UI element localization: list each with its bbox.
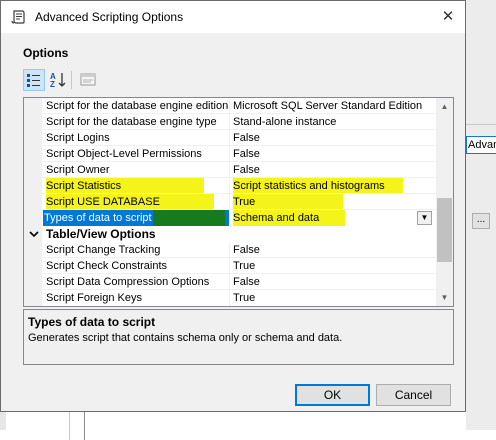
- categorized-icon[interactable]: [23, 69, 45, 91]
- property-name: Script Foreign Keys: [46, 292, 142, 304]
- property-name: Script Object-Level Permissions: [46, 148, 202, 160]
- grid-row[interactable]: Script Logins False: [24, 130, 436, 146]
- property-name: Script Statistics: [44, 178, 204, 194]
- column-divider: [229, 114, 230, 130]
- alphabetical-icon[interactable]: A Z: [47, 69, 69, 91]
- column-divider: [229, 178, 230, 194]
- property-value[interactable]: True: [232, 194, 436, 210]
- category-name: Table/View Options: [46, 227, 156, 241]
- dropdown-chevron-icon[interactable]: ▼: [417, 211, 432, 225]
- window-title: Advanced Scripting Options: [35, 10, 184, 24]
- highlighted-value: Schema and data: [233, 210, 345, 226]
- grid-row[interactable]: Script for the database engine edition M…: [24, 98, 436, 114]
- property-grid[interactable]: Script for the database engine edition M…: [23, 97, 454, 307]
- highlighted-value: True: [233, 194, 343, 210]
- description-title: Types of data to script: [28, 315, 156, 329]
- property-name: Script USE DATABASE: [44, 194, 214, 210]
- close-button[interactable]: ✕: [431, 1, 465, 33]
- property-value[interactable]: True: [232, 290, 436, 306]
- property-name: Script Check Constraints: [46, 260, 168, 272]
- background-divider: [466, 124, 496, 125]
- column-divider: [229, 210, 230, 226]
- property-value[interactable]: Schema and data: [232, 210, 436, 226]
- toolbar-separator: [71, 71, 72, 89]
- advanced-scripting-options-dialog: Advanced Scripting Options ✕ Options A Z: [0, 0, 466, 412]
- property-name: Script Logins: [46, 132, 110, 144]
- options-heading: Options: [23, 46, 69, 60]
- property-value[interactable]: False: [232, 130, 436, 146]
- grid-row[interactable]: Script Foreign Keys True: [24, 290, 436, 306]
- grid-row[interactable]: Script Check Constraints True: [24, 258, 436, 274]
- column-divider: [229, 258, 230, 274]
- scrollbar-thumb[interactable]: [437, 198, 452, 262]
- ok-button[interactable]: OK: [295, 384, 370, 406]
- property-toolbar: A Z: [23, 69, 143, 93]
- property-value[interactable]: Script statistics and histograms: [232, 178, 436, 194]
- column-divider: [229, 274, 230, 290]
- category-row[interactable]: Table/View Options: [24, 226, 436, 242]
- property-name: Types of data to script: [43, 210, 229, 226]
- grid-row-highlighted[interactable]: Script Statistics Script statistics and …: [24, 178, 436, 194]
- background-bottom-area: [0, 430, 496, 440]
- grid-row[interactable]: Script Change Tracking False: [24, 242, 436, 258]
- scroll-script-icon: [11, 9, 27, 25]
- cancel-button[interactable]: Cancel: [376, 384, 451, 406]
- property-name: Script for the database engine type: [46, 116, 217, 128]
- property-value[interactable]: False: [232, 146, 436, 162]
- highlighted-name: Script USE DATABASE: [46, 194, 214, 210]
- property-value[interactable]: Microsoft SQL Server Standard Edition: [232, 98, 436, 114]
- column-divider: [229, 130, 230, 146]
- property-name: Script Owner: [46, 164, 110, 176]
- grid-row-highlighted[interactable]: Script USE DATABASE True: [24, 194, 436, 210]
- selection-marker: [153, 210, 225, 226]
- collapse-chevron-icon[interactable]: [27, 226, 41, 242]
- grid-row[interactable]: Script Object-Level Permissions False: [24, 146, 436, 162]
- column-divider: [229, 290, 230, 306]
- background-vertical-line-dark: [84, 412, 85, 440]
- property-value[interactable]: True: [232, 258, 436, 274]
- selected-name-text: Types of data to script: [44, 212, 152, 224]
- description-panel: Types of data to script Generates script…: [23, 309, 454, 365]
- property-name: Script for the database engine edition: [46, 100, 228, 112]
- grid-row-selected[interactable]: Types of data to script Schema and data …: [24, 210, 436, 226]
- column-divider: [229, 194, 230, 210]
- property-value[interactable]: Stand-alone instance: [232, 114, 436, 130]
- highlighted-name: Script Statistics: [46, 178, 204, 194]
- property-value[interactable]: False: [232, 242, 436, 258]
- property-value[interactable]: False: [232, 274, 436, 290]
- property-name: Script Data Compression Options: [46, 276, 210, 288]
- background-vertical-line: [69, 412, 70, 440]
- grid-row[interactable]: Script Owner False: [24, 162, 436, 178]
- column-divider: [229, 98, 230, 114]
- vertical-scrollbar[interactable]: ▲ ▼: [436, 98, 453, 306]
- background-advanced-button[interactable]: Advanced: [466, 136, 496, 154]
- scroll-up-icon[interactable]: ▲: [436, 98, 453, 115]
- property-value[interactable]: False: [232, 162, 436, 178]
- background-ellipsis-button[interactable]: ...: [472, 213, 490, 229]
- title-bar[interactable]: Advanced Scripting Options ✕: [1, 1, 465, 33]
- property-pages-icon[interactable]: [77, 69, 99, 91]
- grid-row[interactable]: Script for the database engine type Stan…: [24, 114, 436, 130]
- description-text: Generates script that contains schema on…: [28, 332, 343, 344]
- column-divider: [229, 162, 230, 178]
- property-name: Script Change Tracking: [46, 244, 161, 256]
- column-divider: [229, 242, 230, 258]
- svg-text:Z: Z: [50, 80, 55, 89]
- grid-row[interactable]: Script Data Compression Options False: [24, 274, 436, 290]
- highlighted-value: Script statistics and histograms: [233, 178, 403, 194]
- scroll-down-icon[interactable]: ▼: [436, 289, 453, 306]
- column-divider: [229, 146, 230, 162]
